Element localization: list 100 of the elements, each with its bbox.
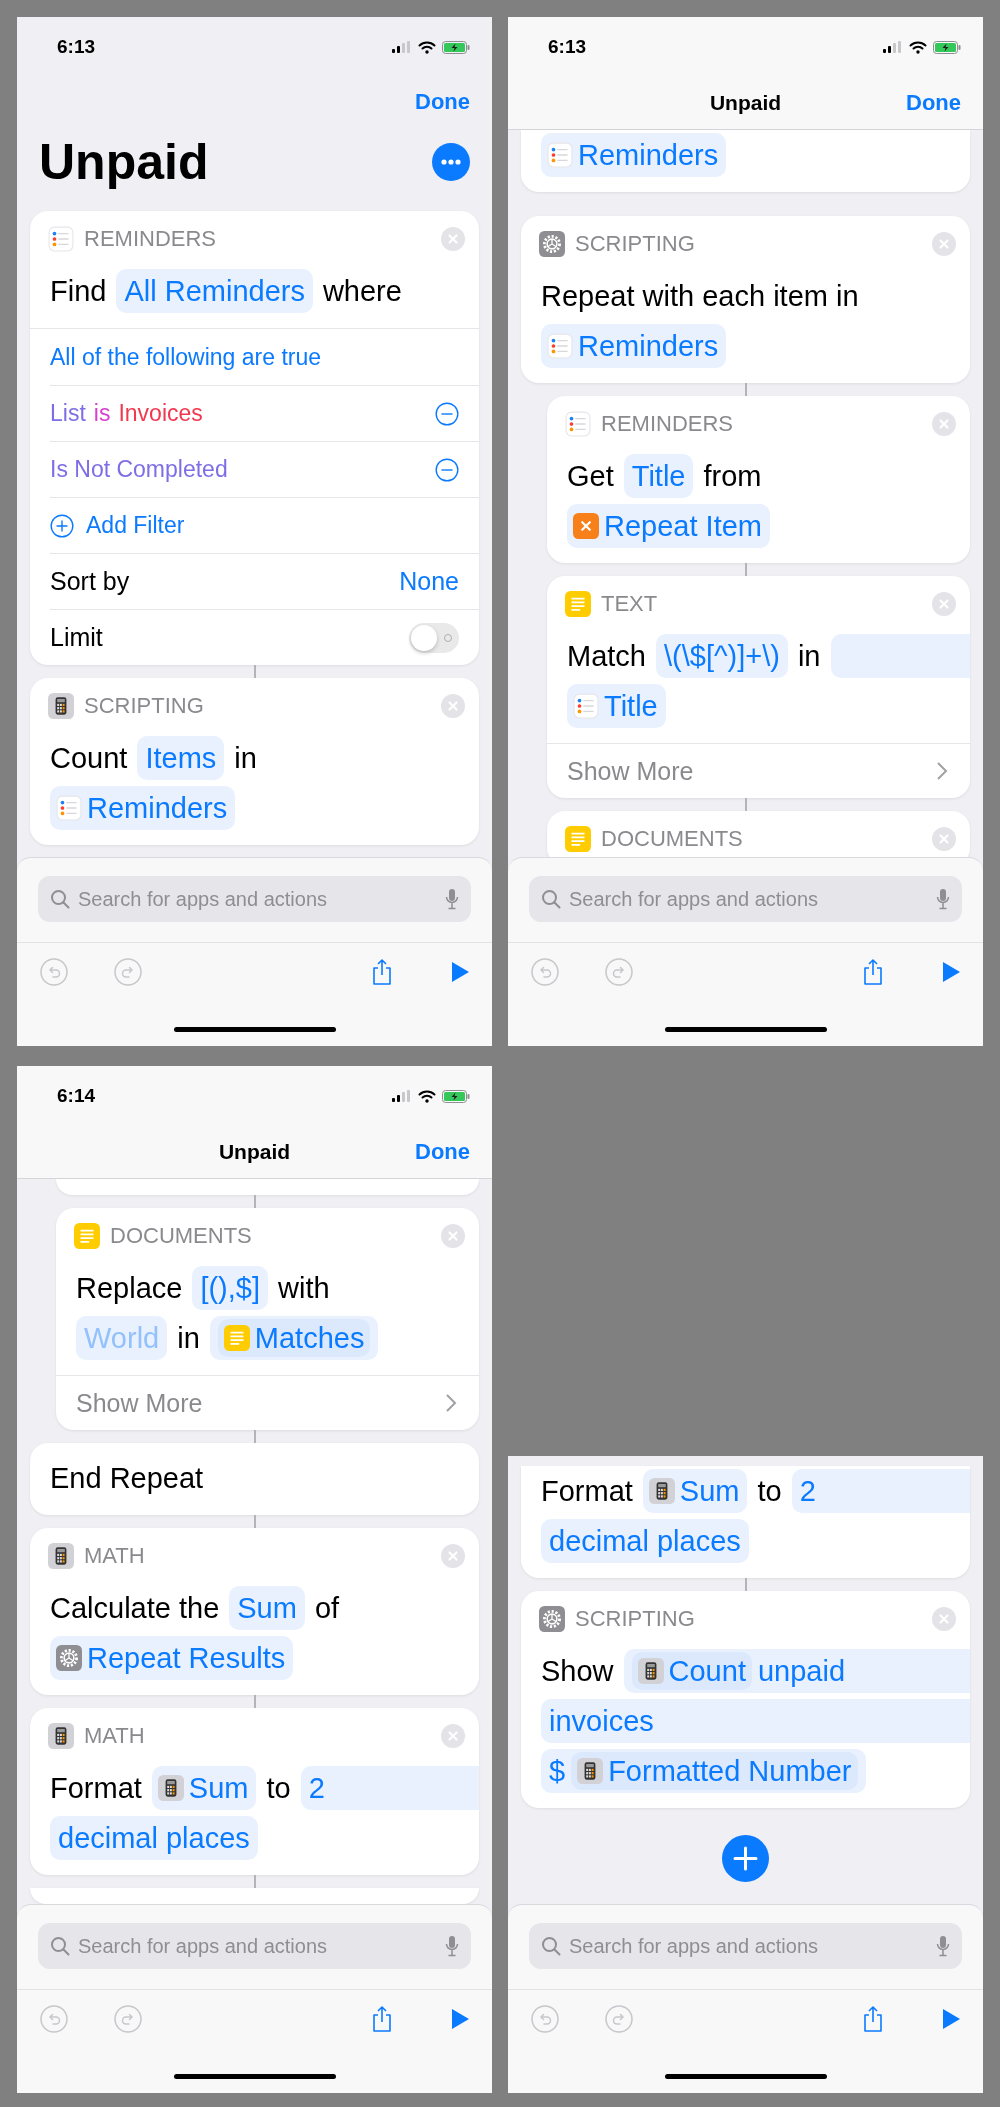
battery-icon	[442, 40, 470, 54]
close-button[interactable]	[932, 591, 956, 616]
close-button[interactable]	[932, 231, 956, 256]
remove-filter-button[interactable]	[435, 457, 459, 482]
close-button[interactable]	[441, 693, 465, 718]
search-field[interactable]: Search for apps and actions	[569, 1934, 928, 1958]
parameter-field[interactable]: Items	[137, 736, 225, 780]
parameter-field[interactable]: [(),$]	[192, 1266, 269, 1310]
filter-condition[interactable]: List is Invoices	[50, 400, 211, 427]
search-field[interactable]: Search for apps and actions	[78, 887, 437, 911]
action-text: Calculate the	[50, 1591, 220, 1625]
run-button[interactable]	[450, 961, 470, 983]
share-button[interactable]	[862, 958, 884, 986]
calculator-icon	[48, 1542, 74, 1569]
close-button[interactable]	[932, 1606, 956, 1631]
variable-token[interactable]: Sum	[151, 1766, 257, 1810]
share-button[interactable]	[862, 2005, 884, 2033]
search-bar[interactable]: Search for apps and actions	[529, 1923, 962, 1969]
sort-value-button[interactable]: None	[399, 567, 459, 596]
parameter-field[interactable]: $ Formatted Number	[541, 1749, 866, 1793]
filter-mode-link[interactable]: All of the following are true	[50, 329, 479, 385]
parameter-field[interactable]: 2	[791, 1469, 970, 1513]
action-text: Show	[541, 1654, 614, 1688]
action-text: Count	[50, 741, 128, 775]
action-text: End Repeat	[50, 1461, 204, 1495]
screen-title: Unpaid	[218, 1140, 291, 1164]
close-button[interactable]	[441, 226, 465, 251]
parameter-field[interactable]: \(\$[^)]+\)	[656, 634, 788, 678]
variable-token[interactable]: Formatted Number	[571, 1752, 858, 1790]
action-category: DOCUMENTS	[601, 825, 743, 852]
calculator-icon	[577, 1758, 604, 1784]
done-button[interactable]: Done	[906, 90, 961, 116]
parameter-field[interactable]: 2	[300, 1766, 479, 1810]
calculator-icon	[648, 1478, 675, 1504]
filter-condition[interactable]: Is Not Completed	[50, 456, 236, 483]
search-bar[interactable]: Search for apps and actions	[38, 876, 471, 922]
variable-token[interactable]: Reminders	[541, 133, 727, 177]
signal-icon	[392, 1090, 412, 1102]
close-button[interactable]	[441, 1723, 465, 1748]
share-button[interactable]	[371, 958, 393, 986]
parameter-field[interactable]: Sum	[229, 1586, 305, 1630]
variable-token[interactable]: Title	[567, 684, 666, 728]
search-icon	[50, 1936, 70, 1956]
variable-token[interactable]: Sum	[642, 1469, 748, 1513]
run-button[interactable]	[941, 961, 961, 983]
close-button[interactable]	[441, 1543, 465, 1568]
text-lines-icon	[565, 590, 591, 617]
add-filter-button[interactable]: Add Filter	[50, 497, 479, 553]
parameter-field[interactable]: Title	[623, 454, 694, 498]
action-text: from	[703, 459, 762, 493]
done-button[interactable]: Done	[415, 1139, 470, 1165]
chevron-icon	[936, 761, 948, 781]
search-field[interactable]: Search for apps and actions	[569, 887, 928, 911]
parameter-field[interactable]: All Reminders	[116, 269, 313, 313]
row-label: Sort by	[50, 567, 130, 596]
parameter-field[interactable]: Matches	[209, 1316, 379, 1360]
list-icon	[48, 225, 74, 252]
action-category: MATH	[84, 1722, 145, 1749]
close-button[interactable]	[441, 1223, 465, 1248]
show-more-button[interactable]: Show More	[56, 1375, 479, 1430]
parameter-field[interactable]: decimal places	[50, 1816, 258, 1860]
variable-token[interactable]: Count	[631, 1652, 752, 1690]
share-button[interactable]	[371, 2005, 393, 2033]
action-text: in	[177, 1321, 200, 1355]
run-button[interactable]	[941, 2008, 961, 2030]
variable-token[interactable]: Repeat Results	[50, 1636, 294, 1680]
variable-token[interactable]: Reminders	[541, 324, 727, 368]
variable-token[interactable]: Repeat Item	[567, 504, 770, 548]
close-button[interactable]	[932, 411, 956, 436]
microphone-icon[interactable]	[445, 888, 459, 910]
action-text: Get	[567, 459, 614, 493]
search-field[interactable]: Search for apps and actions	[78, 1934, 437, 1958]
more-options-button[interactable]	[432, 143, 470, 181]
action-text: Format	[541, 1474, 633, 1508]
search-bar[interactable]: Search for apps and actions	[529, 876, 962, 922]
calculator-icon	[637, 1658, 664, 1684]
list-icon	[547, 333, 573, 359]
close-button[interactable]	[932, 826, 956, 851]
microphone-icon[interactable]	[936, 888, 950, 910]
screen-title: Unpaid	[709, 91, 782, 115]
action-text: Match	[567, 639, 646, 673]
run-button[interactable]	[450, 2008, 470, 2030]
parameter-field[interactable]: decimal places	[541, 1519, 749, 1563]
action-category: SCRIPTING	[84, 692, 204, 719]
action-text: to	[266, 1771, 291, 1805]
toggle-switch[interactable]	[409, 622, 459, 653]
list-icon	[56, 795, 82, 821]
microphone-icon[interactable]	[936, 1935, 950, 1957]
search-bar[interactable]: Search for apps and actions	[38, 1923, 471, 1969]
show-more-button[interactable]: Show More	[547, 743, 970, 798]
action-text: of	[314, 1591, 340, 1625]
parameter-field[interactable]: invoices	[541, 1699, 970, 1743]
action-text: Replace	[76, 1271, 183, 1305]
done-button[interactable]: Done	[415, 89, 470, 115]
add-action-button[interactable]	[722, 1835, 769, 1882]
remove-filter-button[interactable]	[435, 401, 459, 426]
parameter-field[interactable]: Count unpaid	[623, 1649, 970, 1693]
variable-token[interactable]: Matches	[217, 1319, 371, 1357]
microphone-icon[interactable]	[445, 1935, 459, 1957]
variable-token[interactable]: Reminders	[50, 786, 236, 830]
